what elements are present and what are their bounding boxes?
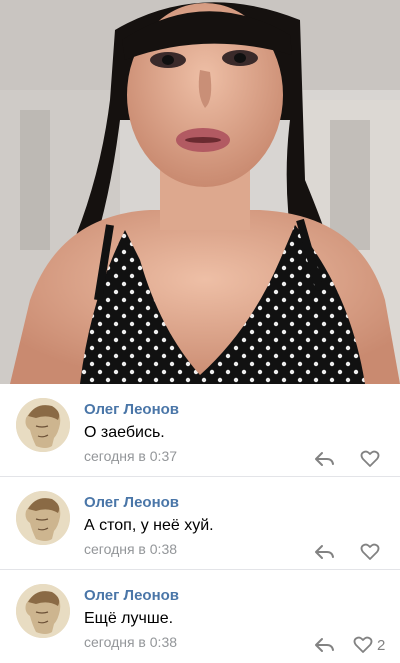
comment-item: Олег Леонов А стоп, у неё хуй. сегодня в… [0,477,400,570]
comment-text: О заебись. [84,424,165,441]
comment-text: А стоп, у неё хуй. [84,517,214,534]
comment-author[interactable]: Олег Леонов [84,401,179,418]
comment-time[interactable]: сегодня в 0:38 [84,634,177,650]
heart-outline-icon [360,543,380,560]
reply-arrow-icon[interactable] [313,543,335,561]
like-count: 2 [377,636,386,654]
comments-list: Олег Леонов О заебись. сегодня в 0:37 Ол… [0,384,400,663]
like-button[interactable] [360,543,384,561]
avatar[interactable] [16,584,70,638]
comment-author[interactable]: Олег Леонов [84,494,179,511]
woman-portrait-image [0,0,400,384]
avatar[interactable] [16,491,70,545]
comment-time[interactable]: сегодня в 0:37 [84,448,177,464]
comment-time[interactable]: сегодня в 0:38 [84,541,177,557]
comment-text: Ещё лучше. [84,610,174,627]
reply-arrow-icon[interactable] [313,450,335,468]
avatar-portrait-icon [16,491,70,545]
avatar[interactable] [16,398,70,452]
heart-outline-icon [353,636,373,653]
comment-item: Олег Леонов О заебись. сегодня в 0:37 [0,384,400,477]
avatar-portrait-icon [16,398,70,452]
like-button[interactable] [360,450,384,468]
reply-arrow-icon[interactable] [313,636,335,654]
like-button[interactable]: 2 [353,636,385,654]
avatar-portrait-icon [16,584,70,638]
comment-author[interactable]: Олег Леонов [84,587,179,604]
comment-item: Олег Леонов Ещё лучше. сегодня в 0:38 2 [0,570,400,663]
heart-outline-icon [360,450,380,467]
post-photo[interactable] [0,0,400,384]
